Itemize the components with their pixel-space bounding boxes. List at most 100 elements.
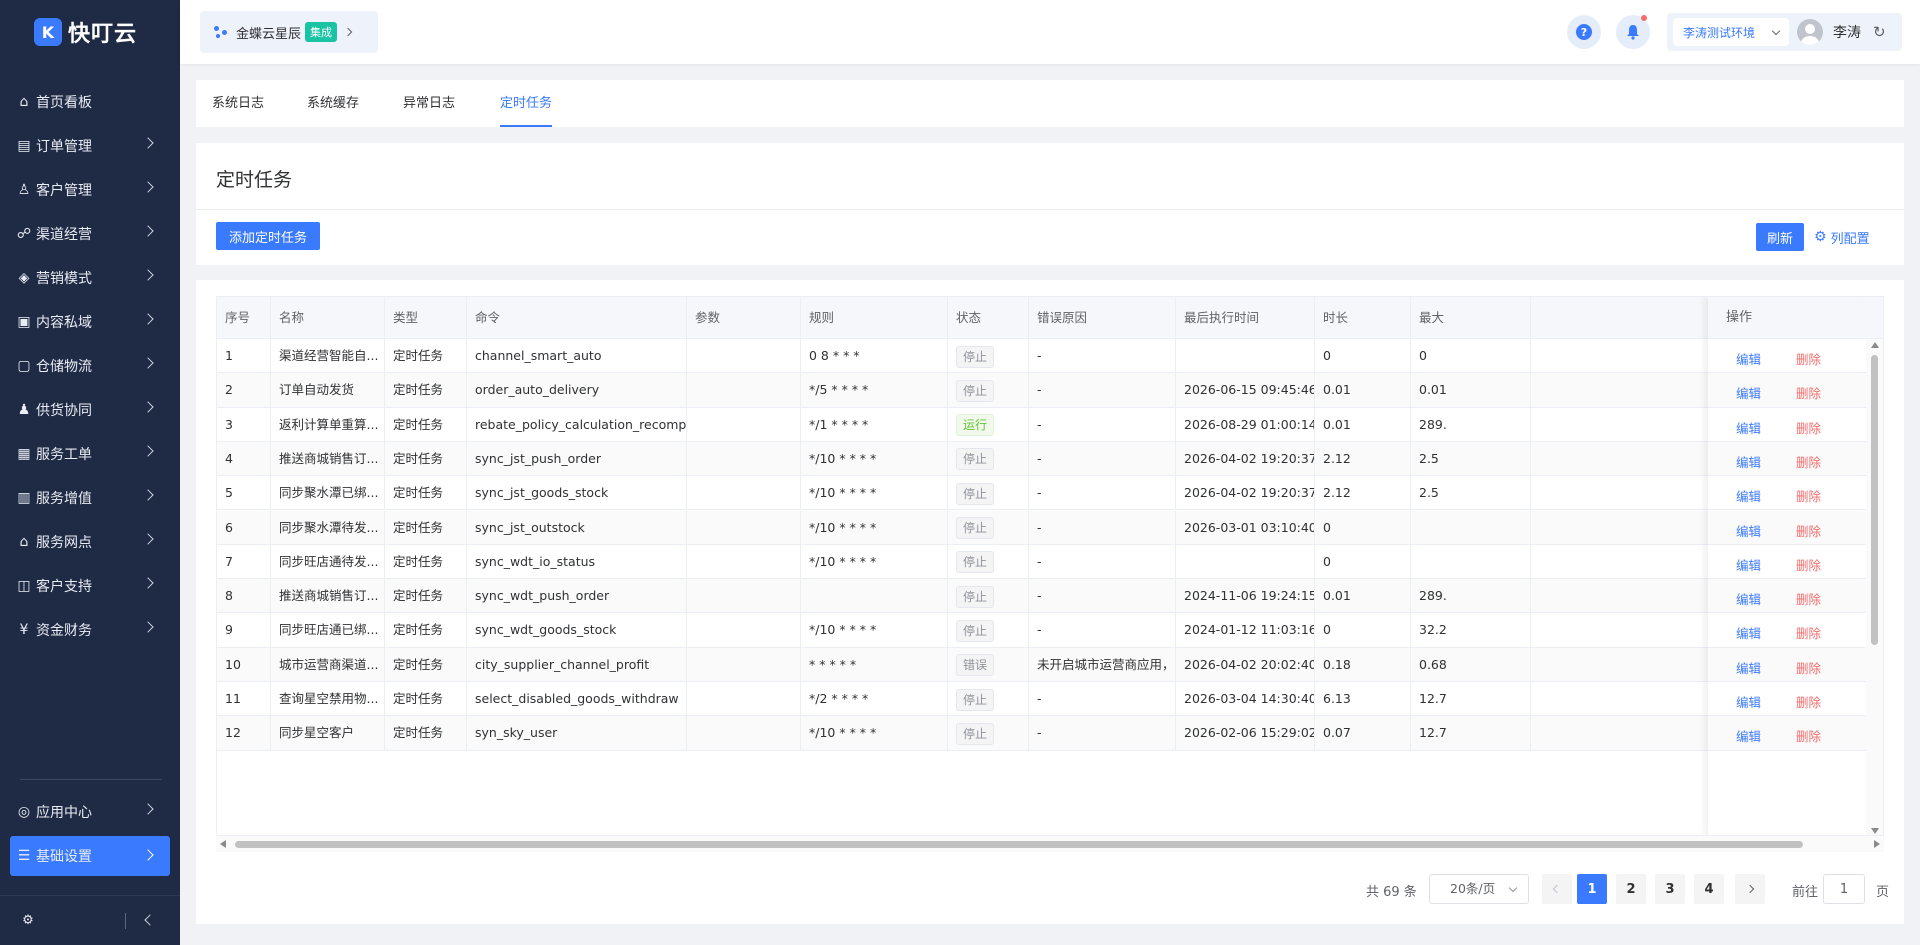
prev-page-button[interactable] xyxy=(1542,874,1572,904)
integration-app-chip[interactable]: 金蝶云星辰 集成 xyxy=(200,11,378,53)
goto-unit: 页 xyxy=(1876,885,1890,900)
tab-item[interactable]: 定时任务 xyxy=(500,80,553,127)
edit-button[interactable]: 编辑 xyxy=(1736,555,1761,574)
user-name[interactable]: 李涛 xyxy=(1833,22,1861,42)
delete-button[interactable]: 删除 xyxy=(1796,349,1821,368)
ops-row: 编辑 删除 xyxy=(1708,510,1863,545)
delete-button[interactable]: 删除 xyxy=(1796,589,1821,608)
sidebar-item[interactable]: ▤ 订单管理 xyxy=(0,124,180,168)
sidebar-item[interactable]: ▢ 仓储物流 xyxy=(0,344,180,388)
sidebar-item[interactable]: ◎ 应用中心 xyxy=(0,790,180,834)
horizontal-scroll-thumb[interactable] xyxy=(235,841,1803,848)
vertical-scroll-thumb[interactable] xyxy=(1871,355,1878,645)
sidebar-item[interactable]: ♙ 客户管理 xyxy=(0,168,180,212)
sidebar-item[interactable]: ◫ 客户支持 xyxy=(0,564,180,608)
sidebar-item[interactable]: ⌂ 服务网点 xyxy=(0,520,180,564)
sidebar-item[interactable]: ◈ 营销模式 xyxy=(0,256,180,300)
goto-label: 前往 xyxy=(1792,885,1819,900)
edit-button[interactable]: 编辑 xyxy=(1736,349,1761,368)
cell-error: - xyxy=(1029,339,1176,374)
delete-button[interactable]: 删除 xyxy=(1796,418,1821,437)
cell-cmd: order_auto_delivery xyxy=(467,373,687,408)
edit-button[interactable]: 编辑 xyxy=(1736,383,1761,402)
edit-button[interactable]: 编辑 xyxy=(1736,692,1761,711)
ops-row: 编辑 删除 xyxy=(1708,682,1863,717)
sidebar-bottom-menu: ◎ 应用中心 ☰ 基础设置 xyxy=(0,790,180,876)
delete-button[interactable]: 删除 xyxy=(1796,692,1821,711)
page-size-select[interactable]: 20条/页 xyxy=(1429,874,1529,904)
edit-button[interactable]: 编辑 xyxy=(1736,452,1761,471)
edit-button[interactable]: 编辑 xyxy=(1736,726,1761,745)
cell-rule xyxy=(801,579,948,614)
tab-item[interactable]: 系统缓存 xyxy=(307,80,359,127)
add-scheduled-task-button[interactable]: 添加定时任务 xyxy=(216,222,320,250)
cell-rule: */10 * * * * xyxy=(801,441,948,477)
refresh-icon[interactable]: ↻ xyxy=(1873,23,1886,41)
help-button[interactable]: ? xyxy=(1567,15,1601,49)
chevron-right-icon xyxy=(142,401,154,413)
sidebar-item[interactable]: ▥ 服务增值 xyxy=(0,476,180,520)
sidebar-item[interactable]: ☰ 基础设置 xyxy=(10,836,170,876)
scroll-left-icon[interactable] xyxy=(220,840,226,848)
delete-button[interactable]: 删除 xyxy=(1796,623,1821,642)
next-page-button[interactable] xyxy=(1735,874,1765,904)
sidebar-item-label: 资金财务 xyxy=(36,623,92,639)
sidebar-item[interactable]: ▦ 服务工单 xyxy=(0,432,180,476)
delete-button[interactable]: 删除 xyxy=(1796,452,1821,471)
cell-type: 定时任务 xyxy=(385,407,467,442)
logo[interactable]: K 快叮云 xyxy=(0,0,180,64)
chevron-right-icon xyxy=(142,357,154,369)
column-config-button[interactable]: ⚙ 列配置 xyxy=(1814,223,1870,251)
avatar[interactable] xyxy=(1797,19,1823,45)
scroll-right-icon[interactable] xyxy=(1874,840,1880,848)
scroll-up-icon[interactable] xyxy=(1871,342,1879,348)
page-button[interactable]: 4 xyxy=(1694,874,1724,904)
delete-button[interactable]: 删除 xyxy=(1796,383,1821,402)
cell-last: 2026-04-02 19:20:37 xyxy=(1176,476,1315,511)
ops-row: 编辑 删除 xyxy=(1708,579,1863,614)
page-button[interactable]: 3 xyxy=(1655,874,1685,904)
tab-item[interactable]: 系统日志 xyxy=(212,80,264,127)
page-button[interactable]: 1 xyxy=(1577,874,1607,904)
sidebar-item[interactable]: ▣ 内容私域 xyxy=(0,300,180,344)
environment-select[interactable]: 李涛测试环境 xyxy=(1673,18,1789,46)
cell-type: 定时任务 xyxy=(385,510,467,545)
edit-button[interactable]: 编辑 xyxy=(1736,521,1761,540)
cell-name: 同步聚水潭已绑... xyxy=(271,476,385,511)
edit-button[interactable]: 编辑 xyxy=(1736,623,1761,642)
sidebar-item[interactable]: ☍ 渠道经营 xyxy=(0,212,180,256)
table-row: 12 同步星空客户 定时任务 syn_sky_user */10 * * * * 停止 -2… xyxy=(217,716,1883,751)
collapse-sidebar-icon[interactable] xyxy=(144,914,156,926)
edit-button[interactable]: 编辑 xyxy=(1736,658,1761,677)
chevron-right-icon xyxy=(343,27,353,37)
refresh-button[interactable]: 刷新 xyxy=(1756,223,1804,251)
delete-button[interactable]: 删除 xyxy=(1796,555,1821,574)
sidebar-item[interactable]: ¥ 资金财务 xyxy=(0,608,180,652)
cell-name: 同步聚水潭待发... xyxy=(271,510,385,545)
edit-button[interactable]: 编辑 xyxy=(1736,418,1761,437)
scroll-down-icon[interactable] xyxy=(1871,828,1879,834)
delete-button[interactable]: 删除 xyxy=(1796,521,1821,540)
delete-button[interactable]: 删除 xyxy=(1796,658,1821,677)
delete-button[interactable]: 删除 xyxy=(1796,486,1821,505)
sidebar-item[interactable]: ♟ 供货协同 xyxy=(0,388,180,432)
ops-row: 编辑 删除 xyxy=(1708,545,1863,580)
cell-rule: */5 * * * * xyxy=(801,373,948,408)
sidebar-item[interactable]: ⌂ 首页看板 xyxy=(0,80,180,124)
settings-gear-icon[interactable]: ⚙ xyxy=(20,913,36,929)
notification-button[interactable] xyxy=(1616,15,1650,49)
cell-error: - xyxy=(1029,441,1176,477)
cell-type: 定时任务 xyxy=(385,716,467,751)
vertical-scrollbar[interactable] xyxy=(1866,339,1883,835)
delete-button[interactable]: 删除 xyxy=(1796,726,1821,745)
horizontal-scrollbar[interactable] xyxy=(216,836,1884,852)
status-badge: 停止 xyxy=(956,551,995,574)
tab-item[interactable]: 异常日志 xyxy=(403,80,455,127)
cell-dur: 0.01 xyxy=(1315,373,1411,408)
page-button[interactable]: 2 xyxy=(1616,874,1646,904)
cell-last: 2026-03-01 03:10:40 xyxy=(1176,510,1315,545)
status-badge: 停止 xyxy=(956,619,995,642)
goto-page-input[interactable] xyxy=(1823,874,1865,904)
edit-button[interactable]: 编辑 xyxy=(1736,486,1761,505)
edit-button[interactable]: 编辑 xyxy=(1736,589,1761,608)
